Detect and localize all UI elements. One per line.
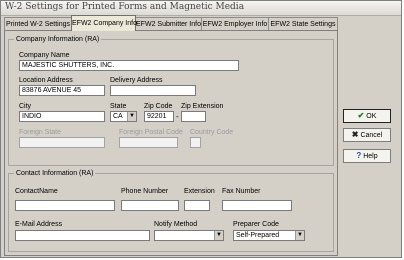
- help-button[interactable]: ? Help: [343, 149, 391, 163]
- foreign-postal-code-field[interactable]: [119, 137, 178, 148]
- contact-information-group-title: Contact Information (RA): [14, 169, 96, 178]
- zip-code-label: Zip Code: [144, 103, 173, 110]
- delivery-address-label: Delivery Address: [110, 77, 163, 84]
- company-information-group-title: Company Information (RA): [14, 35, 102, 44]
- state-select-value: CA: [113, 113, 123, 120]
- tab-efw2-state-settings[interactable]: EFW2 State Settings: [268, 17, 338, 30]
- tab-efw2-company-info[interactable]: EFW2 Company Info: [71, 15, 137, 31]
- close-icon: ✖: [351, 130, 359, 139]
- check-icon: ✔: [357, 111, 365, 120]
- chevron-down-icon[interactable]: ▼: [214, 231, 223, 240]
- country-code-label: Country Code: [190, 129, 234, 136]
- help-button-label: Help: [363, 153, 378, 160]
- chevron-down-icon[interactable]: ▼: [295, 231, 304, 240]
- window-title: W-2 Settings for Printed Forms and Magne…: [5, 2, 245, 12]
- help-icon: ?: [356, 151, 362, 160]
- state-label: State: [110, 103, 127, 110]
- phone-number-field[interactable]: [121, 200, 179, 211]
- zip-extension-field[interactable]: [181, 111, 206, 122]
- zip-extension-label: Zip Extension: [181, 103, 224, 110]
- phone-number-label: Phone Number: [121, 188, 169, 195]
- contact-name-field[interactable]: [15, 200, 115, 211]
- extension-label: Extension: [184, 188, 215, 195]
- company-info-panel: Company Information (RA) Company Name MA…: [4, 30, 338, 256]
- delivery-address-field[interactable]: [110, 85, 196, 96]
- tab-efw2-submitter-info[interactable]: EFW2 Submitter Info: [135, 17, 202, 30]
- ok-button[interactable]: ✔ OK: [343, 109, 391, 123]
- company-name-label: Company Name: [19, 52, 70, 59]
- country-code-field[interactable]: [190, 137, 201, 148]
- city-field[interactable]: INDIO: [19, 111, 105, 122]
- email-address-label: E-Mail Address: [15, 221, 63, 228]
- company-information-group: Company Information (RA) Company Name MA…: [8, 35, 334, 166]
- state-select[interactable]: CA ▼: [110, 111, 137, 122]
- location-address-label: Location Address: [19, 77, 73, 84]
- tab-printed-w2-settings[interactable]: Printed W-2 Settings: [4, 17, 72, 30]
- ok-button-label: OK: [366, 113, 377, 120]
- company-name-field[interactable]: MAJESTIC SHUTTERS, INC.: [19, 60, 239, 71]
- cancel-button[interactable]: ✖ Cancel: [343, 128, 391, 142]
- city-label: City: [19, 103, 32, 110]
- cancel-button-label: Cancel: [360, 132, 383, 139]
- preparer-code-value: Self-Prepared: [236, 232, 280, 239]
- foreign-state-label: Foreign State: [19, 129, 62, 136]
- contact-name-label: ContactName: [15, 188, 58, 195]
- foreign-postal-code-label: Foreign Postal Code: [119, 129, 183, 136]
- chevron-down-icon[interactable]: ▼: [127, 112, 136, 121]
- preparer-code-label: Preparer Code: [233, 221, 279, 228]
- settings-dialog: W-2 Settings for Printed Forms and Magne…: [0, 0, 402, 258]
- foreign-state-field[interactable]: [19, 137, 105, 148]
- fax-number-field[interactable]: [222, 200, 292, 211]
- notify-method-label: Notify Method: [154, 221, 198, 228]
- location-address-field[interactable]: 83876 AVENUE 45: [19, 85, 105, 96]
- title-bar[interactable]: W-2 Settings for Printed Forms and Magne…: [1, 1, 401, 16]
- preparer-code-select[interactable]: Self-Prepared ▼: [233, 230, 305, 241]
- fax-number-label: Fax Number: [222, 188, 261, 195]
- tab-efw2-employer-info[interactable]: EFW2 Employer Info: [201, 17, 269, 30]
- zip-code-field[interactable]: 92201: [144, 111, 174, 122]
- email-address-field[interactable]: [15, 230, 150, 241]
- notify-method-select[interactable]: ▼: [154, 230, 224, 241]
- zip-separator: -: [176, 112, 179, 121]
- extension-field[interactable]: [184, 200, 210, 211]
- contact-information-group: Contact Information (RA) ContactName Pho…: [8, 169, 334, 252]
